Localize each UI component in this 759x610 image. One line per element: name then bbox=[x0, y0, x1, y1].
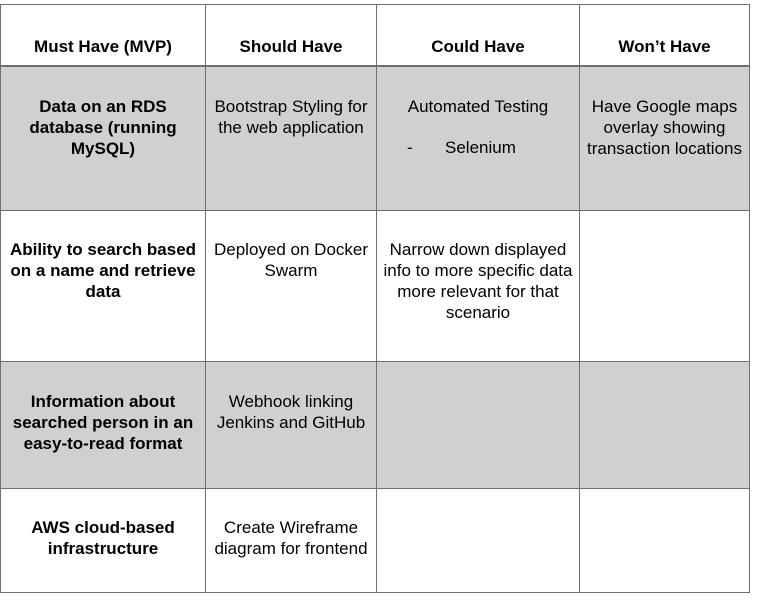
bullet-marker: - bbox=[407, 137, 413, 157]
header-must-have: Must Have (MVP) bbox=[0, 4, 206, 67]
should-have-cell: Deployed on Docker Swarm bbox=[205, 210, 377, 362]
wont-have-cell bbox=[579, 210, 750, 362]
should-have-cell: Create Wireframe diagram for frontend bbox=[205, 488, 377, 593]
could-have-text: Automated Testing bbox=[407, 96, 549, 116]
must-have-text: Data on an RDS database (running MySQL) bbox=[29, 96, 177, 158]
table-header-row: Must Have (MVP) Should Have Could Have W… bbox=[0, 4, 750, 67]
wont-have-text: Have Google maps overlay showing transac… bbox=[587, 96, 742, 158]
should-have-text: Create Wireframe diagram for frontend bbox=[214, 518, 368, 558]
should-have-text: Webhook linking Jenkins and GitHub bbox=[216, 392, 366, 432]
wont-have-cell bbox=[579, 488, 750, 593]
should-have-cell: Bootstrap Styling for the web applicatio… bbox=[205, 65, 377, 211]
should-have-cell: Webhook linking Jenkins and GitHub bbox=[205, 361, 377, 489]
header-wont-have: Won’t Have bbox=[579, 4, 750, 67]
table-row: Data on an RDS database (running MySQL) … bbox=[0, 65, 750, 211]
must-have-cell: Information about searched person in an … bbox=[0, 361, 206, 489]
should-have-text: Deployed on Docker Swarm bbox=[213, 240, 369, 280]
must-have-cell: AWS cloud-based infrastructure bbox=[0, 488, 206, 593]
table-row: Information about searched person in an … bbox=[0, 361, 750, 489]
could-have-bullet-text: Selenium bbox=[445, 137, 516, 157]
must-have-text: Information about searched person in an … bbox=[12, 392, 194, 453]
must-have-text: AWS cloud-based infrastructure bbox=[31, 518, 175, 558]
must-have-cell: Ability to search based on a name and re… bbox=[0, 210, 206, 362]
could-have-text: Narrow down displayed info to more speci… bbox=[383, 240, 573, 322]
table-row: Ability to search based on a name and re… bbox=[0, 210, 750, 362]
could-have-cell bbox=[376, 488, 580, 593]
wont-have-cell: Have Google maps overlay showing transac… bbox=[579, 65, 750, 211]
moscow-table: Must Have (MVP) Should Have Could Have W… bbox=[0, 4, 750, 593]
header-should-have: Should Have bbox=[205, 4, 377, 67]
wont-have-cell bbox=[579, 361, 750, 489]
could-have-bullet-item: - Selenium bbox=[381, 137, 575, 158]
header-could-have: Could Have bbox=[376, 4, 580, 67]
must-have-cell: Data on an RDS database (running MySQL) bbox=[0, 65, 206, 211]
could-have-cell: Automated Testing - Selenium bbox=[376, 65, 580, 211]
table-row: AWS cloud-based infrastructure Create Wi… bbox=[0, 488, 750, 593]
should-have-text: Bootstrap Styling for the web applicatio… bbox=[214, 96, 368, 137]
could-have-cell: Narrow down displayed info to more speci… bbox=[376, 210, 580, 362]
must-have-text: Ability to search based on a name and re… bbox=[9, 240, 197, 301]
could-have-cell bbox=[376, 361, 580, 489]
